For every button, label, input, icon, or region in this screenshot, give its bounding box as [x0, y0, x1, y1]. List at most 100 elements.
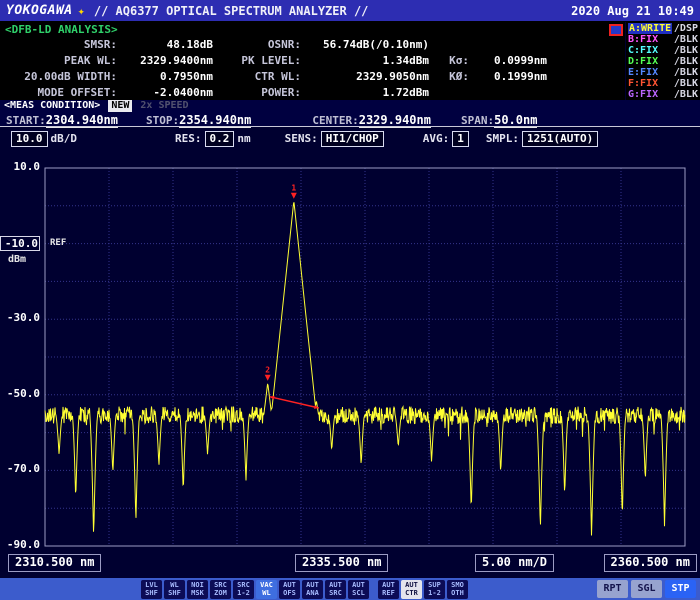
softkey-label-line1: AUT	[279, 581, 300, 589]
analysis-label: 20.00dB WIDTH:	[5, 69, 117, 85]
meas-condition-panel: <MEAS CONDITION> NEW 2x SPEED START:2304…	[0, 100, 700, 127]
softkey-label-line2: OFS	[279, 589, 300, 597]
trace-name: F:FIX	[628, 78, 658, 89]
trace-list: A:WRITE/DSPB:FIX/BLKC:FIX/BLKD:FIX/BLKE:…	[626, 22, 700, 100]
meas-field-value[interactable]: 2354.940nm	[179, 113, 251, 128]
softkey-label-line1: WL	[164, 581, 185, 589]
meas-field-label: STOP:	[146, 114, 179, 127]
meas-field-center: CENTER:2329.940nm	[312, 112, 431, 127]
softkey-aut-ref[interactable]: AUTREF	[378, 580, 399, 599]
analysis-value: -2.0400nm	[117, 85, 213, 101]
softkey-aut-ctr[interactable]: AUTCTR	[401, 580, 422, 599]
softkey-label-line2: CTR	[401, 589, 422, 597]
softkey-label-line1: VAC	[256, 581, 277, 589]
analysis-label: Kσ:	[429, 53, 469, 69]
x-scale-per-div-label: 5.00 nm/D	[475, 554, 554, 572]
res-value[interactable]: 0.2	[205, 131, 235, 147]
trace-display-mode: /BLK	[674, 45, 698, 56]
avg-label: AVG:	[423, 132, 450, 145]
trace-name: G:FIX	[628, 89, 658, 100]
meas-field-start: START:2304.940nm	[6, 112, 118, 127]
softkey-aut-src[interactable]: AUTSRC	[325, 580, 346, 599]
softkey-label-line2: SRC	[325, 589, 346, 597]
softkey-vac-wl[interactable]: VACWL	[256, 580, 277, 599]
analysis-label: SMSR:	[5, 37, 117, 53]
analysis-value: 56.74dB(/0.10nm)	[301, 37, 429, 53]
softkey-label-line2: OTH	[447, 589, 468, 597]
analysis-row: PEAK WL:2329.9400nmPK LEVEL:1.34dBmKσ:0.…	[5, 53, 625, 69]
sweep-settings-bar: 10.0 dB/D RES: 0.2 nm SENS: HI1/CHOP AVG…	[0, 128, 700, 149]
meas-field-value[interactable]: 2304.940nm	[46, 113, 118, 128]
softkey-smo-oth[interactable]: SMOOTH	[447, 580, 468, 599]
analysis-value: 48.18dB	[117, 37, 213, 53]
dfb-ld-analysis-panel: <DFB-LD ANALYSIS> SMSR:48.18dBOSNR:56.74…	[0, 22, 625, 100]
trace-row-b[interactable]: B:FIX/BLK	[626, 34, 700, 45]
smpl-value[interactable]: 1251(AUTO)	[522, 131, 598, 147]
datetime-display: 2020 Aug 21 10:49	[571, 4, 694, 18]
softkey-lvl-shf[interactable]: LVLSHF	[141, 580, 162, 599]
softkey-sup-1-2[interactable]: SUP1-2	[424, 580, 445, 599]
analysis-label: POWER:	[213, 85, 301, 101]
trace-display-mode: /BLK	[674, 78, 698, 89]
softkey-label-line2: SCL	[348, 589, 369, 597]
softkey-wl-shf[interactable]: WLSHF	[164, 580, 185, 599]
y-tick-label: -90.0	[0, 538, 40, 553]
run-key-sgl[interactable]: SGL	[631, 580, 662, 598]
meas-field-label: CENTER:	[312, 114, 358, 127]
run-key-rpt[interactable]: RPT	[597, 580, 628, 598]
trace-display-mode: /BLK	[674, 56, 698, 67]
new-badge: NEW	[108, 100, 132, 112]
analysis-label: KØ:	[429, 69, 469, 85]
trace-row-c[interactable]: C:FIX/BLK	[626, 45, 700, 56]
analysis-value: 2329.9050nm	[301, 69, 429, 85]
meas-field-value[interactable]: 50.0nm	[494, 113, 537, 128]
trace-row-d[interactable]: D:FIX/BLK	[626, 56, 700, 67]
y-tick-label: -50.0	[0, 387, 40, 402]
trace-row-g[interactable]: G:FIX/BLK	[626, 89, 700, 100]
analysis-value: 0.0999nm	[469, 53, 547, 69]
softkey-aut-scl[interactable]: AUTSCL	[348, 580, 369, 599]
spectrum-plot: 12	[0, 150, 700, 560]
meas-condition-title: <MEAS CONDITION>	[4, 100, 100, 112]
analysis-value: 1.34dBm	[301, 53, 429, 69]
avg-value[interactable]: 1	[452, 131, 469, 147]
trace-display-mode: /BLK	[674, 34, 698, 45]
softkey-aut-ana[interactable]: AUTANA	[302, 580, 323, 599]
x-axis-labels: 2310.500 nm 2335.500 nm 5.00 nm/D 2360.5…	[0, 554, 700, 574]
softkey-noi-msk[interactable]: NOIMSK	[187, 580, 208, 599]
softkey-src-zom[interactable]: SRCZOM	[210, 580, 231, 599]
meas-field-value[interactable]: 2329.940nm	[359, 113, 431, 128]
level-scale-unit: dB/D	[51, 132, 78, 145]
softkey-label-line1: AUT	[348, 581, 369, 589]
meas-field-label: SPAN:	[461, 114, 494, 127]
softkey-label-line2: MSK	[187, 589, 208, 597]
trace-row-a[interactable]: A:WRITE/DSP	[626, 23, 700, 34]
sweep-range-fields: START:2304.940nmSTOP:2354.940nmCENTER:23…	[4, 112, 696, 126]
run-key-stp[interactable]: STP	[665, 580, 696, 598]
sweep-run-keys: RPTSGLSTP	[597, 580, 696, 598]
softkey-aut-ofs[interactable]: AUTOFS	[279, 580, 300, 599]
analysis-label: PEAK WL:	[5, 53, 117, 69]
analysis-panel-title: <DFB-LD ANALYSIS>	[5, 23, 625, 37]
y-tick-label-ref: -10.0	[0, 236, 40, 251]
trace-row-e[interactable]: E:FIX/BLK	[626, 67, 700, 78]
x-label-right: 2360.500 nm	[604, 554, 697, 572]
softkey-src-1-2[interactable]: SRC1-2	[233, 580, 254, 599]
analysis-label: CTR WL:	[213, 69, 301, 85]
trace-row-f[interactable]: F:FIX/BLK	[626, 78, 700, 89]
softkey-label-line1: LVL	[141, 581, 162, 589]
window-title: // AQ6377 OPTICAL SPECTRUM ANALYZER //	[94, 4, 369, 18]
level-scale-value[interactable]: 10.0	[11, 131, 48, 147]
softkey-toolbar: LVLSHFWLSHFNOIMSKSRCZOMSRC1-2VACWLAUTOFS…	[0, 578, 700, 600]
softkey-label-line2: WL	[256, 589, 277, 597]
analysis-value: 2329.9400nm	[117, 53, 213, 69]
y-tick-label: -70.0	[0, 462, 40, 477]
yokogawa-logo-mark: ✦	[78, 4, 85, 18]
softkey-label-line2: ANA	[302, 589, 323, 597]
softkey-label-line2: 1-2	[424, 589, 445, 597]
sens-value[interactable]: HI1/CHOP	[321, 131, 384, 147]
ref-label: REF	[50, 238, 66, 248]
analysis-label: OSNR:	[213, 37, 301, 53]
softkey-label-line1: AUT	[378, 581, 399, 589]
softkey-label-line1: AUT	[401, 581, 422, 589]
